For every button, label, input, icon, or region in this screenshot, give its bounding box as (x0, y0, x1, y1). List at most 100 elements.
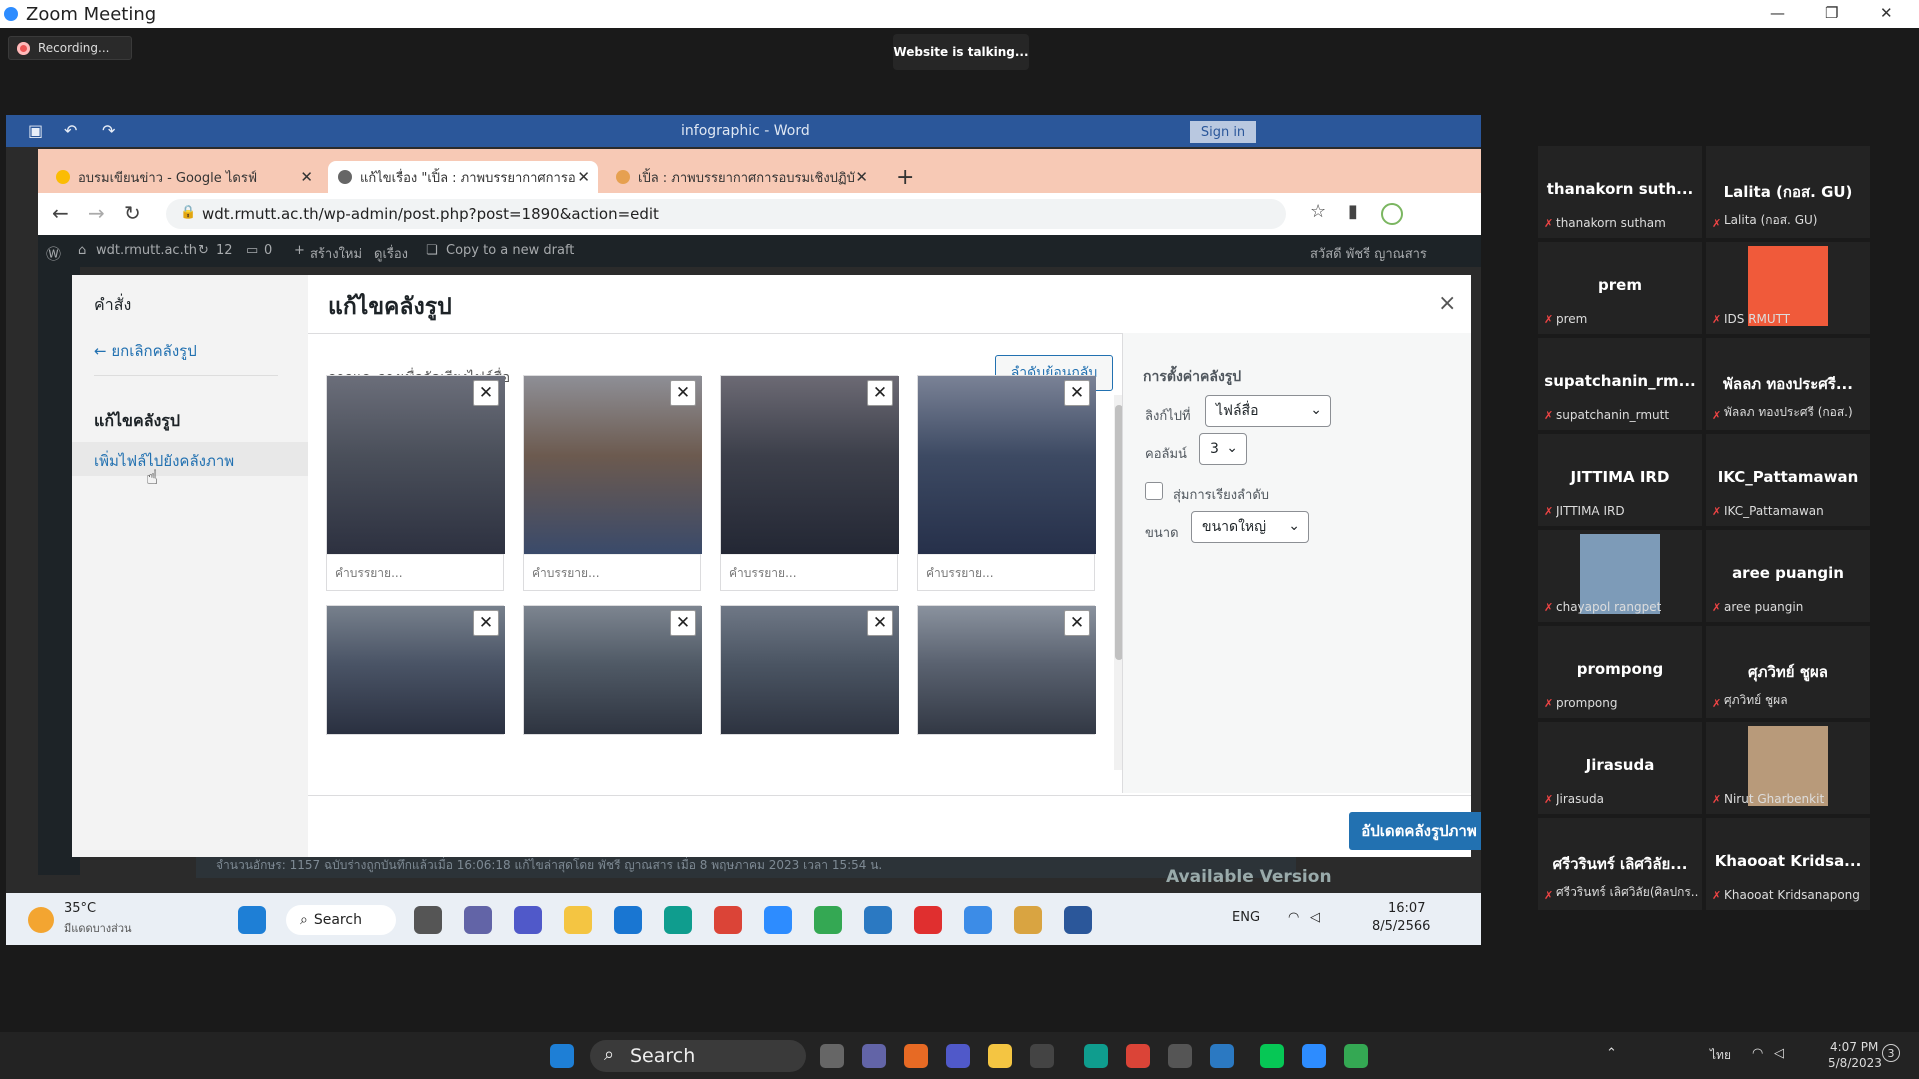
zoom-icon[interactable] (764, 906, 792, 934)
obs-icon[interactable] (1168, 1044, 1192, 1068)
add-to-gallery-link[interactable]: เพิ่มไฟล์ไปยังคลังภาพ (94, 449, 234, 473)
taskbar-search[interactable]: ⌕ Search (590, 1040, 806, 1072)
comments-count[interactable]: 0 (264, 243, 272, 258)
reload-icon[interactable]: ↻ (124, 201, 141, 225)
columns-select[interactable]: 3 ⌄ (1199, 433, 1247, 465)
edge-icon[interactable] (1084, 1044, 1108, 1068)
gallery-thumb[interactable]: ✕ คำบรรยาย... (326, 375, 505, 591)
forward-icon[interactable]: → (88, 201, 105, 225)
size-select[interactable]: ขนาดใหญ่ ⌄ (1191, 511, 1309, 543)
address-bar[interactable]: 🔒 wdt.rmutt.ac.th/wp-admin/post.php?post… (166, 199, 1286, 229)
gallery-thumb[interactable]: ✕ (326, 605, 505, 735)
save-icon[interactable]: ▣ (28, 121, 43, 140)
sidepanel-icon[interactable]: ▮ (1348, 201, 1358, 222)
teams-icon[interactable] (514, 906, 542, 934)
tab-post-view[interactable]: เปิ้ล : ภาพบรรยากาศการอบรมเชิงปฏิบั ✕ (606, 161, 876, 193)
participant-tile[interactable]: IKC_Pattamawan ✗ IKC_Pattamawan (1706, 434, 1870, 526)
participant-tile[interactable]: prem ✗ prem (1538, 242, 1702, 334)
caption-field[interactable]: คำบรรยาย... (524, 554, 700, 590)
undo-icon[interactable]: ↶ (64, 121, 77, 140)
back-icon[interactable]: ← (52, 201, 69, 225)
remove-image-button[interactable]: ✕ (867, 380, 893, 406)
user-greeting[interactable]: สวัสดี พัชรี ญาณสาร (1310, 243, 1427, 264)
participant-tile[interactable]: Jirasuda ✗ Jirasuda (1538, 722, 1702, 814)
random-order-checkbox[interactable] (1145, 482, 1163, 500)
chevron-up-icon[interactable]: ⌃ (1606, 1046, 1617, 1061)
participant-tile[interactable]: ✗ IDS RMUTT (1706, 242, 1870, 334)
chrome-icon[interactable] (814, 906, 842, 934)
participant-tile[interactable]: พัลลภ ทองประศรี... ✗ พัลลภ ทองประศรี (กอส.… (1706, 338, 1870, 430)
word-icon[interactable] (1064, 906, 1092, 934)
link-to-select[interactable]: ไฟล์สื่อ ⌄ (1205, 395, 1331, 427)
site-link[interactable]: wdt.rmutt.ac.th (96, 243, 197, 258)
remove-image-button[interactable]: ✕ (473, 380, 499, 406)
taskbar-search[interactable]: ⌕ Search (286, 905, 396, 935)
windows-start-icon[interactable] (238, 906, 266, 934)
new-tab-button[interactable]: + (896, 165, 914, 190)
copy-draft-link[interactable]: Copy to a new draft (446, 243, 574, 258)
clock-date[interactable]: 5/8/2023 (1828, 1056, 1882, 1070)
remove-image-button[interactable]: ✕ (670, 610, 696, 636)
chrome-icon[interactable] (1344, 1044, 1368, 1068)
line-icon[interactable] (1260, 1044, 1284, 1068)
remove-image-button[interactable]: ✕ (670, 380, 696, 406)
notification-badge[interactable]: 3 (1882, 1044, 1900, 1062)
windows-start-icon[interactable] (550, 1044, 574, 1068)
chrome-icon[interactable] (714, 906, 742, 934)
tab-close-icon[interactable]: ✕ (855, 168, 868, 186)
restore-icon[interactable]: ❐ (1825, 4, 1838, 22)
participant-tile[interactable]: Lalita (กอส. GU) ✗ Lalita (กอส. GU) (1706, 146, 1870, 238)
taskview-icon[interactable] (414, 906, 442, 934)
close-icon[interactable]: ✕ (1880, 4, 1893, 22)
participant-tile[interactable]: Khaooat Kridsa... ✗ Khaooat Kridsanapong (1706, 818, 1870, 910)
wordpress-icon[interactable]: Ⓦ (46, 243, 61, 264)
cancel-gallery-link[interactable]: ← ยกเลิกคลังรูป (94, 339, 197, 363)
volume-icon[interactable]: ◁ (1310, 910, 1320, 925)
photos-icon[interactable] (964, 906, 992, 934)
chat-icon[interactable] (862, 1044, 886, 1068)
caption-field[interactable]: คำบรรยาย... (327, 554, 503, 590)
notepad-icon[interactable] (864, 906, 892, 934)
participant-tile[interactable]: supatchanin_rm... ✗ supatchanin_rmutt (1538, 338, 1702, 430)
notepad-icon[interactable] (1210, 1044, 1234, 1068)
edge-icon[interactable] (664, 906, 692, 934)
gallery-thumb[interactable]: ✕ (523, 605, 702, 735)
volume-icon[interactable]: ◁ (1774, 1046, 1784, 1061)
zoom-icon[interactable] (1302, 1044, 1326, 1068)
folder-icon[interactable] (564, 906, 592, 934)
clock-date[interactable]: 8/5/2566 (1372, 919, 1430, 934)
remove-image-button[interactable]: ✕ (1064, 610, 1090, 636)
participant-tile[interactable]: ✗ Nirut Gharbenkit (1706, 722, 1870, 814)
star-icon[interactable]: ☆ (1310, 201, 1326, 222)
chat-icon[interactable] (464, 906, 492, 934)
word-signin-button[interactable]: Sign in (1190, 121, 1256, 143)
new-link[interactable]: สร้างใหม่ (310, 243, 362, 264)
firefox-icon[interactable] (904, 1044, 928, 1068)
store-icon[interactable] (614, 906, 642, 934)
chrome-icon[interactable] (1126, 1044, 1150, 1068)
tab-drive[interactable]: อบรมเขียนข่าว - Google ไดรฟ์ ✕ (46, 161, 321, 193)
tab-close-icon[interactable]: ✕ (577, 168, 590, 186)
folder-icon[interactable] (988, 1044, 1012, 1068)
wifi-icon[interactable]: ◠ (1752, 1046, 1763, 1061)
acrobat-icon[interactable] (914, 906, 942, 934)
clock-time[interactable]: 4:07 PM (1830, 1040, 1878, 1054)
profile-avatar[interactable] (1381, 203, 1403, 225)
participant-tile[interactable]: ✗ chayapol rangpet (1538, 530, 1702, 622)
lang-indicator[interactable]: ไทย (1710, 1046, 1731, 1065)
tab-edit-post[interactable]: แก้ไขเรื่อง "เปิ้ล : ภาพบรรยากาศการอ ✕ (328, 161, 598, 193)
lang-indicator[interactable]: ENG (1232, 910, 1260, 925)
taskview-icon[interactable] (820, 1044, 844, 1068)
teams-icon[interactable] (946, 1044, 970, 1068)
gallery-thumb[interactable]: ✕ (917, 605, 1096, 735)
clock-time[interactable]: 16:07 (1388, 901, 1425, 916)
minimize-icon[interactable]: — (1770, 4, 1785, 22)
participant-tile[interactable]: prompong ✗ prompong (1538, 626, 1702, 718)
gallery-thumb[interactable]: ✕ คำบรรยาย... (720, 375, 899, 591)
update-gallery-button[interactable]: อัปเดตคลังรูปภาพ (1349, 812, 1481, 850)
wifi-icon[interactable]: ◠ (1288, 910, 1299, 925)
tab-close-icon[interactable]: ✕ (300, 168, 313, 186)
participant-tile[interactable]: aree puangin ✗ aree puangin (1706, 530, 1870, 622)
caption-field[interactable]: คำบรรยาย... (918, 554, 1094, 590)
gallery-thumb[interactable]: ✕ คำบรรยาย... (917, 375, 1096, 591)
